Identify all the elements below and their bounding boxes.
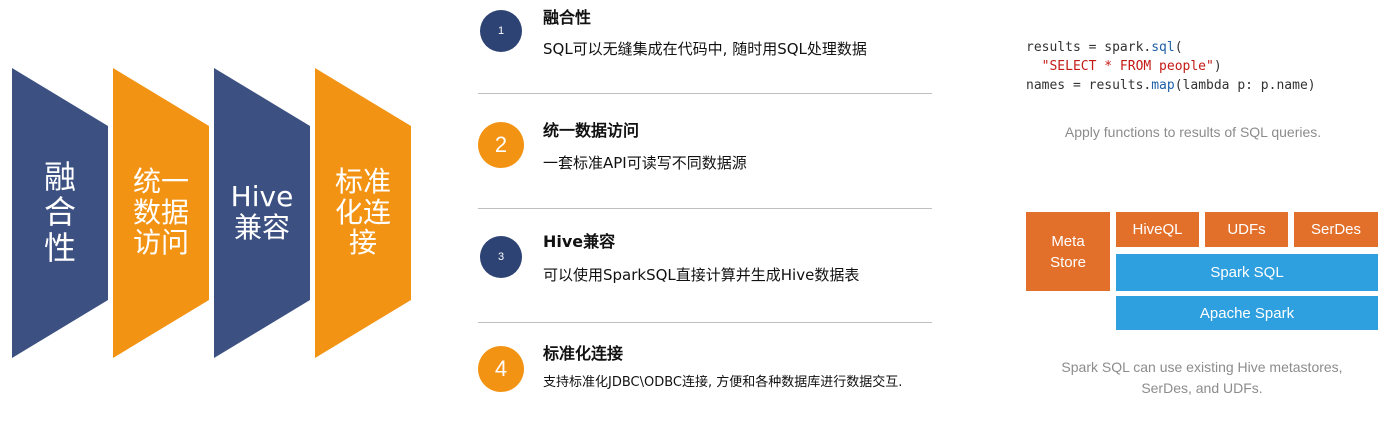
code-line2-string: "SELECT * FROM people" [1026, 59, 1214, 74]
divider-3 [478, 322, 932, 323]
code-caption: Apply functions to results of SQL querie… [1064, 124, 1322, 140]
number-badge-4: 4 [478, 346, 524, 392]
code-line3-suffix: (lambda p: p.name) [1174, 78, 1316, 93]
divider-2 [478, 208, 932, 209]
architecture-caption: Spark SQL can use existing Hive metastor… [1061, 359, 1343, 396]
feature-title-2: 统一数据访问 [543, 121, 640, 140]
serdes-box: SerDes [1294, 212, 1378, 247]
chevron-standard-connection: 标准 化连 接 [315, 68, 411, 358]
spark-sql-box: Spark SQL [1116, 254, 1378, 291]
chevron-unified-data-access-label: 统一 数据 访问 [132, 164, 189, 260]
feature-title-3: Hive兼容 [543, 232, 616, 251]
feature-item-1: 1 融合性 SQL可以无缝集成在代码中, 随时用SQL处理数据 [478, 0, 938, 90]
feature-title-1: 融合性 [543, 8, 592, 27]
chevron-hive-compatible-label: Hive 兼容 [230, 180, 294, 244]
number-badge-3: 3 [480, 236, 522, 278]
udfs-box: UDFs [1205, 212, 1288, 247]
chevron-unified-data-access: 统一 数据 访问 [113, 68, 209, 358]
feature-item-3: 3 Hive兼容 可以使用SparkSQL直接计算并生成Hive数据表 [478, 222, 938, 312]
code-line1-function: sql [1151, 40, 1175, 55]
feature-description-1: SQL可以无缝集成在代码中, 随时用SQL处理数据 [543, 40, 867, 58]
feature-description-4: 支持标准化JDBC\ODBC连接, 方便和各种数据库进行数据交互. [543, 375, 903, 390]
number-badge-1: 1 [480, 10, 522, 52]
divider-1 [478, 93, 932, 94]
chevron-standard-connection-label: 标准 化连 接 [334, 164, 391, 260]
chevron-fusion: 融 合 性 [12, 68, 108, 358]
code-line3-prefix: names = results. [1026, 78, 1152, 93]
code-line3-function: map [1151, 78, 1175, 93]
code-example: results = spark.sql( "SELECT * FROM peop… [1026, 38, 1316, 95]
feature-title-4: 标准化连接 [543, 344, 624, 363]
chevron-fusion-label: 融 合 性 [43, 158, 76, 267]
number-badge-2: 2 [478, 122, 524, 168]
code-line2-suffix: ) [1213, 59, 1222, 74]
chevron-hive-compatible: Hive 兼容 [214, 68, 310, 358]
hiveql-box: HiveQL [1116, 212, 1199, 247]
code-line1-prefix: results = spark. [1026, 40, 1152, 55]
feature-description-3: 可以使用SparkSQL直接计算并生成Hive数据表 [543, 266, 860, 284]
feature-item-4: 4 标准化连接 支持标准化JDBC\ODBC连接, 方便和各种数据库进行数据交互… [478, 334, 938, 426]
apache-spark-box: Apache Spark [1116, 296, 1378, 330]
metastore-box: Meta Store [1026, 212, 1110, 291]
feature-item-2: 2 统一数据访问 一套标准API可读写不同数据源 [478, 110, 938, 200]
code-line1-suffix: ( [1174, 40, 1183, 55]
feature-description-2: 一套标准API可读写不同数据源 [543, 154, 747, 172]
